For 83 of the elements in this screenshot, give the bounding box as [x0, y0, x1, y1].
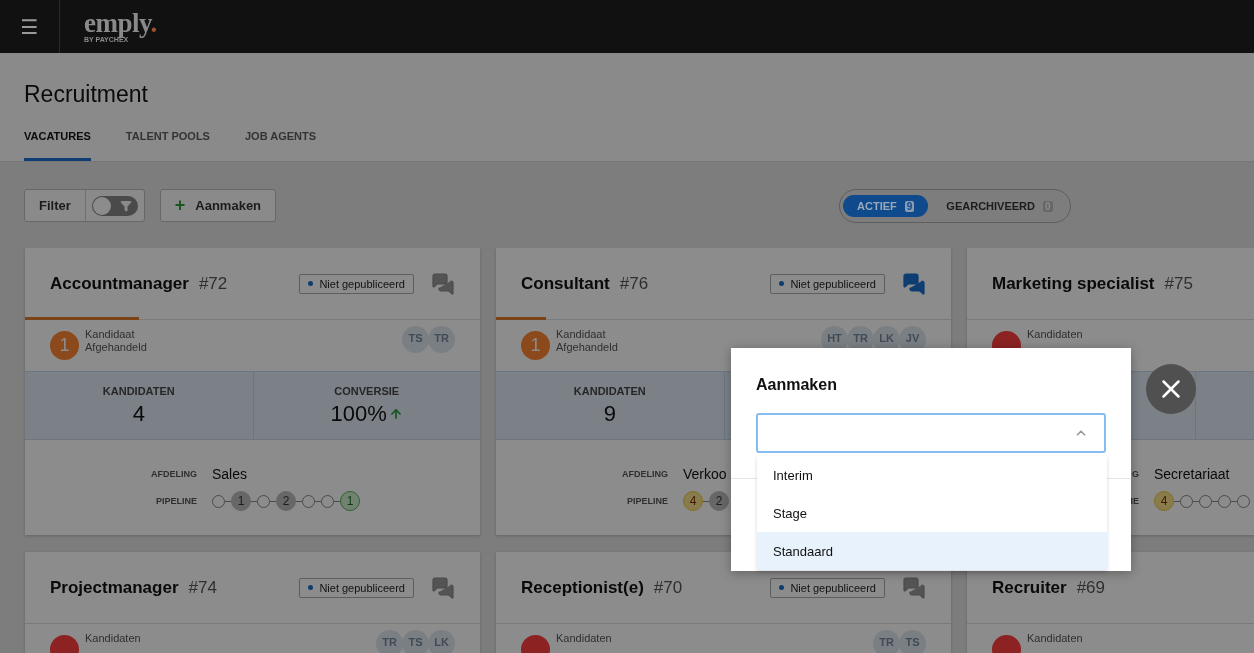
vacancy-number: #74 [188, 577, 217, 598]
pipeline-stage[interactable]: 2 [276, 491, 296, 511]
vacancy-title: Marketing specialist [992, 273, 1155, 294]
handled-label: Kandidaten [556, 632, 612, 645]
avatar[interactable]: TS [899, 630, 926, 653]
chat-icon[interactable] [902, 575, 926, 600]
status-badge: Niet gepubliceerd [299, 273, 414, 294]
pipeline-stage[interactable]: 4 [1154, 491, 1174, 511]
vacancy-title: Projectmanager [50, 577, 179, 598]
status-badge: Niet gepubliceerd [299, 577, 414, 598]
filter-control[interactable]: Filter [24, 189, 145, 222]
field-value: Sales [212, 466, 248, 482]
field-label: IE [1129, 496, 1139, 506]
field-label: AFDELING [150, 469, 197, 479]
dialog-title: Aanmaken [756, 376, 838, 394]
handled-label: Kandidaat [85, 328, 136, 341]
pipeline-stage[interactable] [1237, 494, 1250, 508]
vacancy-title: Accountmanager [50, 273, 189, 294]
pipeline-stage[interactable]: 4 [683, 491, 703, 511]
vacancy-number: #69 [1076, 577, 1105, 598]
avatar[interactable]: LK [428, 630, 455, 653]
avatar[interactable]: TR [376, 630, 403, 653]
vacancy-title: Recruiter [992, 577, 1067, 598]
type-select[interactable] [756, 413, 1106, 453]
page-title: Recruitment [24, 81, 149, 108]
tab[interactable]: JOB AGENTS [244, 130, 317, 161]
stat-value: 9 [603, 400, 616, 427]
filter-toggle[interactable] [91, 195, 138, 216]
tab[interactable]: VACATURES [24, 130, 91, 161]
avatar[interactable]: TS [402, 326, 429, 353]
vacancy-card[interactable]: Projectmanager #74 Niet gepubliceerd Kandidaten TR TS LK [25, 552, 480, 653]
vacancy-number: #75 [1164, 273, 1193, 294]
pipeline-stage[interactable] [302, 494, 315, 508]
handled-label: Kandidaten [1027, 328, 1083, 341]
status-segment[interactable]: ACTIEF 9 [843, 195, 929, 217]
dropdown-option[interactable]: Standaard [757, 532, 1107, 570]
pipeline-stage[interactable] [1180, 494, 1193, 508]
stat-label: KANDIDATEN [102, 384, 175, 397]
status-badge: Niet gepubliceerd [770, 273, 885, 294]
pipeline-stage[interactable]: 1 [340, 491, 360, 511]
handled-label: Afgehandeld [85, 341, 147, 354]
pipeline-stage[interactable]: 2 [709, 491, 729, 511]
dropdown-option[interactable]: Stage [757, 494, 1107, 532]
dropdown-option[interactable]: Interim [757, 456, 1107, 494]
avatar[interactable]: TR [428, 326, 455, 353]
field-label: G [1131, 469, 1139, 479]
field-label: AFDELING [621, 469, 668, 479]
field-label: PIPELINE [626, 496, 668, 506]
pipeline-stage[interactable] [1199, 494, 1212, 508]
stat-value: 100% [330, 400, 403, 427]
handled-label: Kandidaten [1027, 632, 1083, 645]
avatar[interactable]: TR [873, 630, 900, 653]
handled-label: Kandidaten [85, 632, 141, 645]
stat-value: 4 [132, 400, 145, 427]
stat-label: KANDIDATEN [573, 384, 646, 397]
vacancy-number: #72 [198, 273, 228, 294]
pipeline-stage[interactable]: 1 [231, 491, 251, 511]
avatar[interactable]: TS [402, 630, 429, 653]
pipeline-stage[interactable] [257, 494, 270, 508]
chat-icon[interactable] [902, 271, 926, 296]
handled-count: 1 [50, 331, 79, 360]
filter-label: Filter [25, 190, 86, 221]
handled-label: Afgehandeld [556, 341, 618, 354]
vacancy-title: Consultant [521, 273, 610, 294]
handled-label: Kandidaat [556, 328, 607, 341]
vacancy-number: #76 [619, 273, 649, 294]
pipeline-stage[interactable] [1218, 494, 1231, 508]
funnel-icon [119, 199, 132, 212]
vacancy-card[interactable]: Accountmanager #72 Niet gepubliceerd 1 Kandidaat Afgehandeld TS TR KANDIDATEN 4 CONVERSIE 100% AFDELING Sales PIPELINE 1 2 1 [25, 248, 480, 535]
create-button[interactable]: + Aanmaken [159, 189, 277, 222]
chat-icon[interactable] [431, 575, 455, 600]
field-value: Secretariaat [1154, 466, 1230, 482]
field-label: PIPELINE [155, 496, 197, 506]
stat-label: CONVERSIE [334, 384, 400, 397]
vacancy-number: #70 [653, 577, 683, 598]
chat-icon[interactable] [431, 271, 455, 296]
handled-count: 1 [521, 331, 550, 360]
status-badge: Niet gepubliceerd [770, 577, 885, 598]
tab[interactable]: TALENT POOLS [125, 130, 210, 161]
pipeline-stage[interactable] [321, 494, 334, 508]
vacancy-title: Receptionist(e) [521, 577, 644, 598]
pipeline-stage[interactable] [212, 494, 225, 508]
field-value: Verkoo [683, 466, 727, 482]
